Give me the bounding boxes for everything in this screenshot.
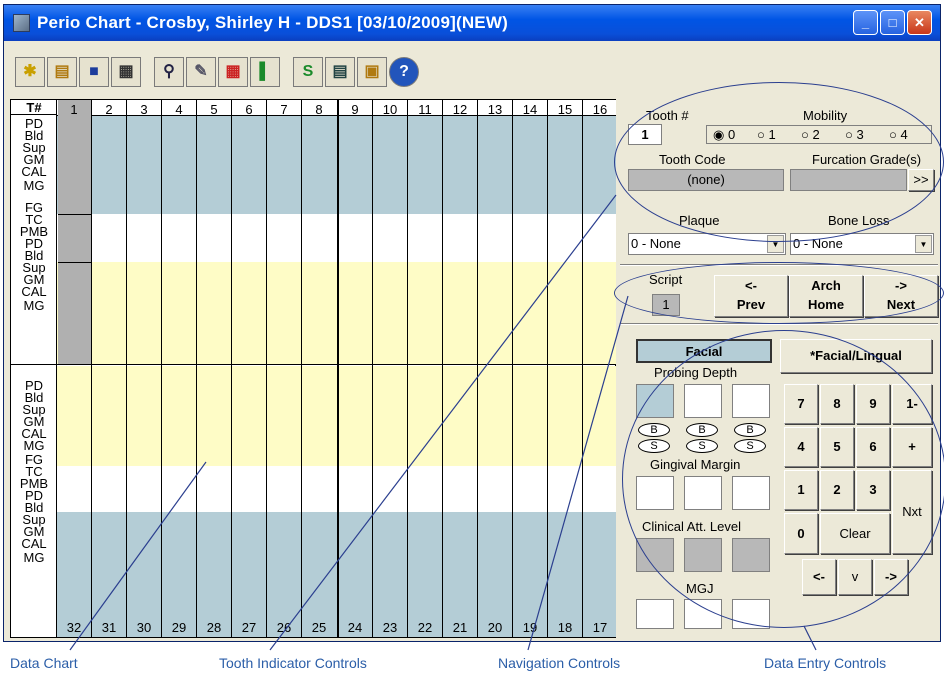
callout-data-chart: Data Chart: [10, 655, 78, 671]
callout-nav-controls: Navigation Controls: [498, 655, 621, 671]
callout-entry-controls: Data Entry Controls: [764, 655, 887, 671]
callout-tooth-controls: Tooth Indicator Controls: [219, 655, 367, 671]
callout-lines: [69, 194, 817, 651]
